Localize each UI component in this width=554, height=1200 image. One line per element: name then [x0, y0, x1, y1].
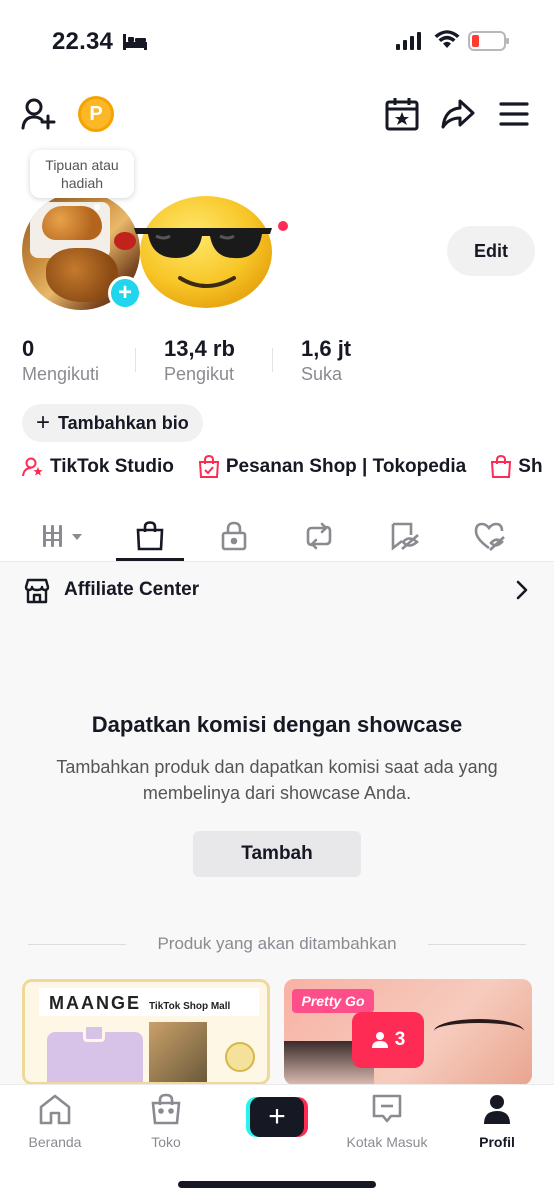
link-label: Sh [518, 456, 543, 477]
edit-profile-button[interactable]: Edit [447, 226, 535, 276]
product-tag: TikTok Shop Mall [149, 1001, 231, 1012]
product-brand: MAANGE [49, 993, 141, 1013]
nav-profile[interactable]: Profil [452, 1093, 542, 1150]
plus-icon: + [36, 409, 51, 436]
person-star-icon [22, 457, 43, 477]
plus-icon: + [250, 1097, 304, 1137]
shopping-bag-check-icon [198, 455, 219, 478]
stat-followers[interactable]: 13,4 rb Pengikut [164, 336, 235, 385]
profile-icon [484, 1095, 510, 1124]
chevron-right-icon [516, 580, 528, 605]
add-friend-icon[interactable] [20, 96, 56, 132]
tab-indicator [116, 558, 184, 561]
profile-tabs [0, 510, 554, 562]
bed-icon [122, 32, 148, 57]
product-image [434, 1019, 524, 1043]
tab-private[interactable] [199, 510, 269, 562]
wifi-icon [434, 30, 460, 55]
product-brand: Pretty Go [292, 989, 374, 1013]
nav-label: Beranda [28, 1134, 82, 1150]
link-shop[interactable]: Sh [490, 455, 543, 479]
profile-links: TikTok Studio Pesanan Shop | Tokopedia S… [22, 452, 554, 482]
person-icon [371, 1032, 388, 1048]
add-product-button[interactable]: Tambah [193, 831, 361, 877]
live-count: 3 [394, 1029, 406, 1050]
stat-label: Suka [301, 364, 343, 384]
stat-label: Mengikuti [22, 364, 100, 384]
grid-menu-icon [43, 525, 82, 547]
affiliate-center-label: Affiliate Center [64, 579, 200, 600]
add-bio-label: Tambahkan bio [58, 412, 189, 433]
tab-favorites[interactable] [370, 510, 440, 562]
eye-slash-tag-icon [391, 522, 419, 551]
link-label: Pesanan Shop | Tokopedia [225, 456, 467, 477]
affiliate-center-row[interactable]: Affiliate Center [0, 562, 554, 618]
nav-shop[interactable]: Toko [121, 1093, 211, 1150]
tab-showcase[interactable] [115, 510, 185, 562]
home-indicator [178, 1181, 376, 1188]
signal-icon [396, 32, 424, 55]
coin-icon[interactable]: P [78, 96, 114, 132]
stat-likes[interactable]: 1,6 jt Suka [301, 336, 351, 385]
product-banner: MAANGE TikTok Shop Mall [39, 988, 259, 1016]
calendar-star-icon[interactable] [384, 96, 420, 132]
inbox-icon [372, 1094, 402, 1123]
stat-value: 0 [22, 336, 35, 361]
store-icon [24, 578, 50, 609]
nav-label: Kotak Masuk [346, 1134, 428, 1150]
tooltip-text: Tipuan atau hadiah [45, 157, 119, 191]
shopping-bag-icon [136, 521, 164, 551]
stat-divider [135, 348, 136, 372]
product-image [47, 1024, 143, 1082]
stat-value: 1,6 jt [301, 336, 352, 361]
product-badge [225, 1042, 255, 1072]
divider-right [428, 944, 526, 945]
product-image [149, 1022, 207, 1082]
showcase-title: Dapatkan komisi dengan showcase [91, 712, 463, 737]
heart-slash-icon [474, 522, 505, 551]
share-icon[interactable] [440, 96, 476, 132]
product-card[interactable]: MAANGE TikTok Shop Mall [22, 979, 270, 1085]
stat-divider [272, 348, 273, 372]
shopping-bag-icon [491, 455, 512, 478]
tab-reposts[interactable] [284, 510, 354, 562]
tab-liked[interactable] [454, 510, 524, 562]
nav-label: Toko [151, 1134, 181, 1150]
notification-dot [278, 221, 288, 231]
stat-following[interactable]: 0 Mengikuti [22, 336, 99, 385]
battery-icon [468, 30, 510, 57]
stat-value: 13,4 rb [164, 336, 235, 361]
status-time: 22.34 [52, 28, 114, 55]
live-viewers-badge[interactable]: 3 [352, 1012, 424, 1068]
nav-home[interactable]: Beranda [10, 1093, 100, 1150]
add-bio-button[interactable]: + Tambahkan bio [22, 404, 203, 442]
stat-label: Pengikut [164, 364, 235, 384]
shop-bag-icon [151, 1093, 181, 1125]
create-button[interactable]: + [246, 1097, 308, 1137]
lock-icon [221, 521, 247, 551]
home-icon [39, 1094, 71, 1125]
avatar-tooltip[interactable]: Tipuan atau hadiah [30, 150, 134, 210]
nav-inbox[interactable]: Kotak Masuk [342, 1093, 432, 1150]
showcase-description: Tambahkan produk dan dapatkan komisi saa… [56, 757, 498, 803]
link-tiktok-studio[interactable]: TikTok Studio [22, 456, 174, 478]
link-label: TikTok Studio [50, 456, 174, 477]
sunglasses-emoji-avatar[interactable] [130, 196, 276, 308]
nav-label: Profil [479, 1134, 515, 1150]
repost-icon [306, 522, 332, 550]
menu-icon[interactable] [496, 96, 532, 132]
link-pesanan-shop[interactable]: Pesanan Shop | Tokopedia [198, 455, 466, 479]
status-bar: 22.34 [0, 0, 554, 80]
tab-videos[interactable] [30, 510, 100, 562]
